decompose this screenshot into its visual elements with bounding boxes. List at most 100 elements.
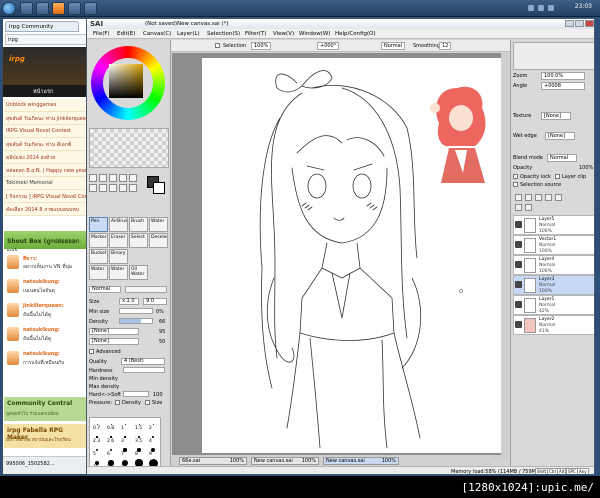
size-preset-dot[interactable] — [96, 436, 98, 438]
blend-select[interactable]: Normal — [381, 42, 406, 50]
background-color[interactable] — [153, 182, 165, 194]
density-slider[interactable] — [119, 318, 153, 324]
visibility-eye-icon[interactable] — [515, 321, 522, 328]
site-logo[interactable]: irpg — [9, 55, 25, 63]
flip-icon[interactable] — [119, 184, 127, 192]
size-preset-dot[interactable] — [124, 423, 126, 425]
layer-row-selected[interactable]: Layer3 Normal 100% — [513, 275, 594, 295]
hardness-slider[interactable] — [123, 367, 165, 373]
menu-layer[interactable]: Layer(L) — [177, 31, 200, 37]
new-layer-icon[interactable] — [515, 194, 522, 201]
menu-canvas[interactable]: Canvas(C) — [143, 31, 171, 37]
menu-help-config[interactable]: Help/Config(O) — [335, 31, 376, 37]
zoom-icon[interactable] — [129, 174, 137, 182]
size-multiplier[interactable]: x 1.0 — [119, 298, 139, 305]
merge-layer-icon[interactable] — [545, 194, 552, 201]
pressure-size-checkbox[interactable] — [145, 400, 150, 405]
selection-checkbox[interactable] — [215, 43, 220, 48]
zoom-field[interactable]: 100% — [251, 42, 272, 50]
community-header[interactable]: Community Central — [4, 397, 87, 421]
hand-icon[interactable] — [99, 184, 107, 192]
layer-row[interactable]: Layer4 Normal 100% — [513, 255, 594, 275]
reset-icon[interactable] — [129, 184, 137, 192]
layer-row[interactable]: Layer1 Normal 42% — [513, 295, 594, 315]
news-item[interactable]: [ กิจกรรม ] iRPG Visual Novel Contest — [4, 190, 87, 203]
taskbar-app-media[interactable] — [36, 2, 49, 15]
shout-user[interactable]: natsukikung: — [23, 279, 60, 285]
saturation-value-square[interactable] — [109, 64, 143, 98]
new-vector-layer-icon[interactable] — [535, 194, 542, 201]
tool-select[interactable]: Select — [129, 233, 148, 248]
menu-selection[interactable]: Selection(S) — [207, 31, 240, 37]
navigator-preview[interactable] — [513, 42, 594, 70]
minimize-button[interactable] — [565, 20, 574, 27]
tool-marker[interactable]: Marker — [89, 233, 108, 248]
tool-airbrush[interactable]: AirBrush — [109, 217, 128, 232]
tray-flag-icon[interactable] — [548, 5, 554, 11]
size-preset-dot[interactable] — [95, 448, 99, 452]
transfer-down-icon[interactable] — [515, 204, 522, 211]
taskbar-app-sai[interactable] — [84, 2, 97, 15]
delete-layer-icon[interactable] — [555, 194, 562, 201]
news-item[interactable]: Tokimeki Memorial — [4, 177, 87, 190]
taskbar-app-firefox[interactable] — [52, 2, 65, 15]
news-item[interactable]: iRPG Visual Novel Contest — [4, 125, 87, 138]
angle-field[interactable]: +000° — [317, 42, 340, 50]
size-preset-dot[interactable] — [110, 436, 112, 438]
size-preset-dot[interactable] — [152, 423, 154, 425]
quality-select[interactable]: 4 (Best) — [121, 358, 165, 365]
size-preset-dot[interactable] — [109, 448, 113, 452]
news-item[interactable]: คัดเลือก 2014 สิ ภาพแบบลบบทบ — [4, 203, 87, 216]
clear-layer-icon[interactable] — [525, 204, 532, 211]
eyedropper-icon[interactable] — [109, 184, 117, 192]
shape-select[interactable]: [None] — [89, 338, 139, 345]
tool-water-3[interactable]: Water — [109, 265, 128, 280]
size-preset-dot[interactable] — [138, 436, 140, 438]
blend-mode-select[interactable]: Normal — [547, 154, 577, 162]
nav-home-link[interactable]: หน้าแรก — [33, 88, 53, 96]
layer-row[interactable]: Layer2 Normal 41% — [513, 315, 594, 335]
tool-brush[interactable]: Brush — [129, 217, 148, 232]
pressure-density-checkbox[interactable] — [115, 400, 120, 405]
taskbar-clock[interactable]: 23:03 — [575, 3, 592, 10]
size-preset-dot[interactable] — [152, 436, 154, 438]
start-button[interactable] — [2, 2, 16, 15]
news-item[interactable]: สุขสันต์ วันเกิดนะ ท่าน jinkilerqueen — [4, 112, 87, 125]
select-rect-icon[interactable] — [89, 174, 97, 182]
layer-texture-select[interactable]: [None] — [541, 112, 571, 120]
menu-filter[interactable]: Filter(T) — [245, 31, 266, 37]
tool-deselect[interactable]: Deselect — [149, 233, 168, 248]
tool-eraser[interactable]: Eraser — [109, 233, 128, 248]
tool-bucket[interactable]: Bucket — [89, 249, 108, 264]
drawing-canvas[interactable] — [202, 58, 502, 453]
tray-network-icon[interactable] — [528, 5, 534, 11]
visibility-eye-icon[interactable] — [515, 221, 522, 228]
size-preset-dot[interactable] — [96, 423, 98, 425]
shout-user[interactable]: jinkillerqueen: — [23, 303, 64, 309]
advanced-checkbox[interactable] — [89, 349, 94, 354]
new-folder-icon[interactable] — [525, 194, 532, 201]
doc-tab-active[interactable]: New canvas.sai 100% — [323, 457, 399, 465]
layer-clip-checkbox[interactable] — [555, 174, 560, 179]
maximize-button[interactable] — [575, 20, 584, 27]
doc-tab[interactable]: New canvas.sai 100% — [251, 457, 319, 465]
zoom-value-field[interactable]: 100.0% — [541, 72, 585, 80]
lasso-icon[interactable] — [99, 174, 107, 182]
selection-source-checkbox[interactable] — [513, 182, 518, 187]
size-preset-dot[interactable] — [110, 423, 112, 425]
avatar[interactable] — [7, 351, 19, 365]
shout-user[interactable]: natsukikung: — [23, 327, 60, 333]
rotate-icon[interactable] — [89, 184, 97, 192]
shout-user[interactable]: natsukikung: — [23, 351, 60, 357]
tool-pen[interactable]: Pen — [89, 217, 108, 232]
layer-row[interactable]: Vector1 Normal 100% — [513, 235, 594, 255]
move-icon[interactable] — [119, 174, 127, 182]
avatar[interactable] — [7, 279, 19, 293]
texture-select[interactable]: [None] — [89, 328, 139, 335]
close-button[interactable] — [585, 20, 594, 27]
min-size-slider[interactable] — [119, 308, 153, 314]
taskbar-app-folder[interactable] — [68, 2, 81, 15]
avatar[interactable] — [7, 327, 19, 341]
layer-row[interactable]: Layer5 Normal 100% — [513, 215, 594, 235]
tool-water-2[interactable]: Water — [89, 265, 108, 280]
